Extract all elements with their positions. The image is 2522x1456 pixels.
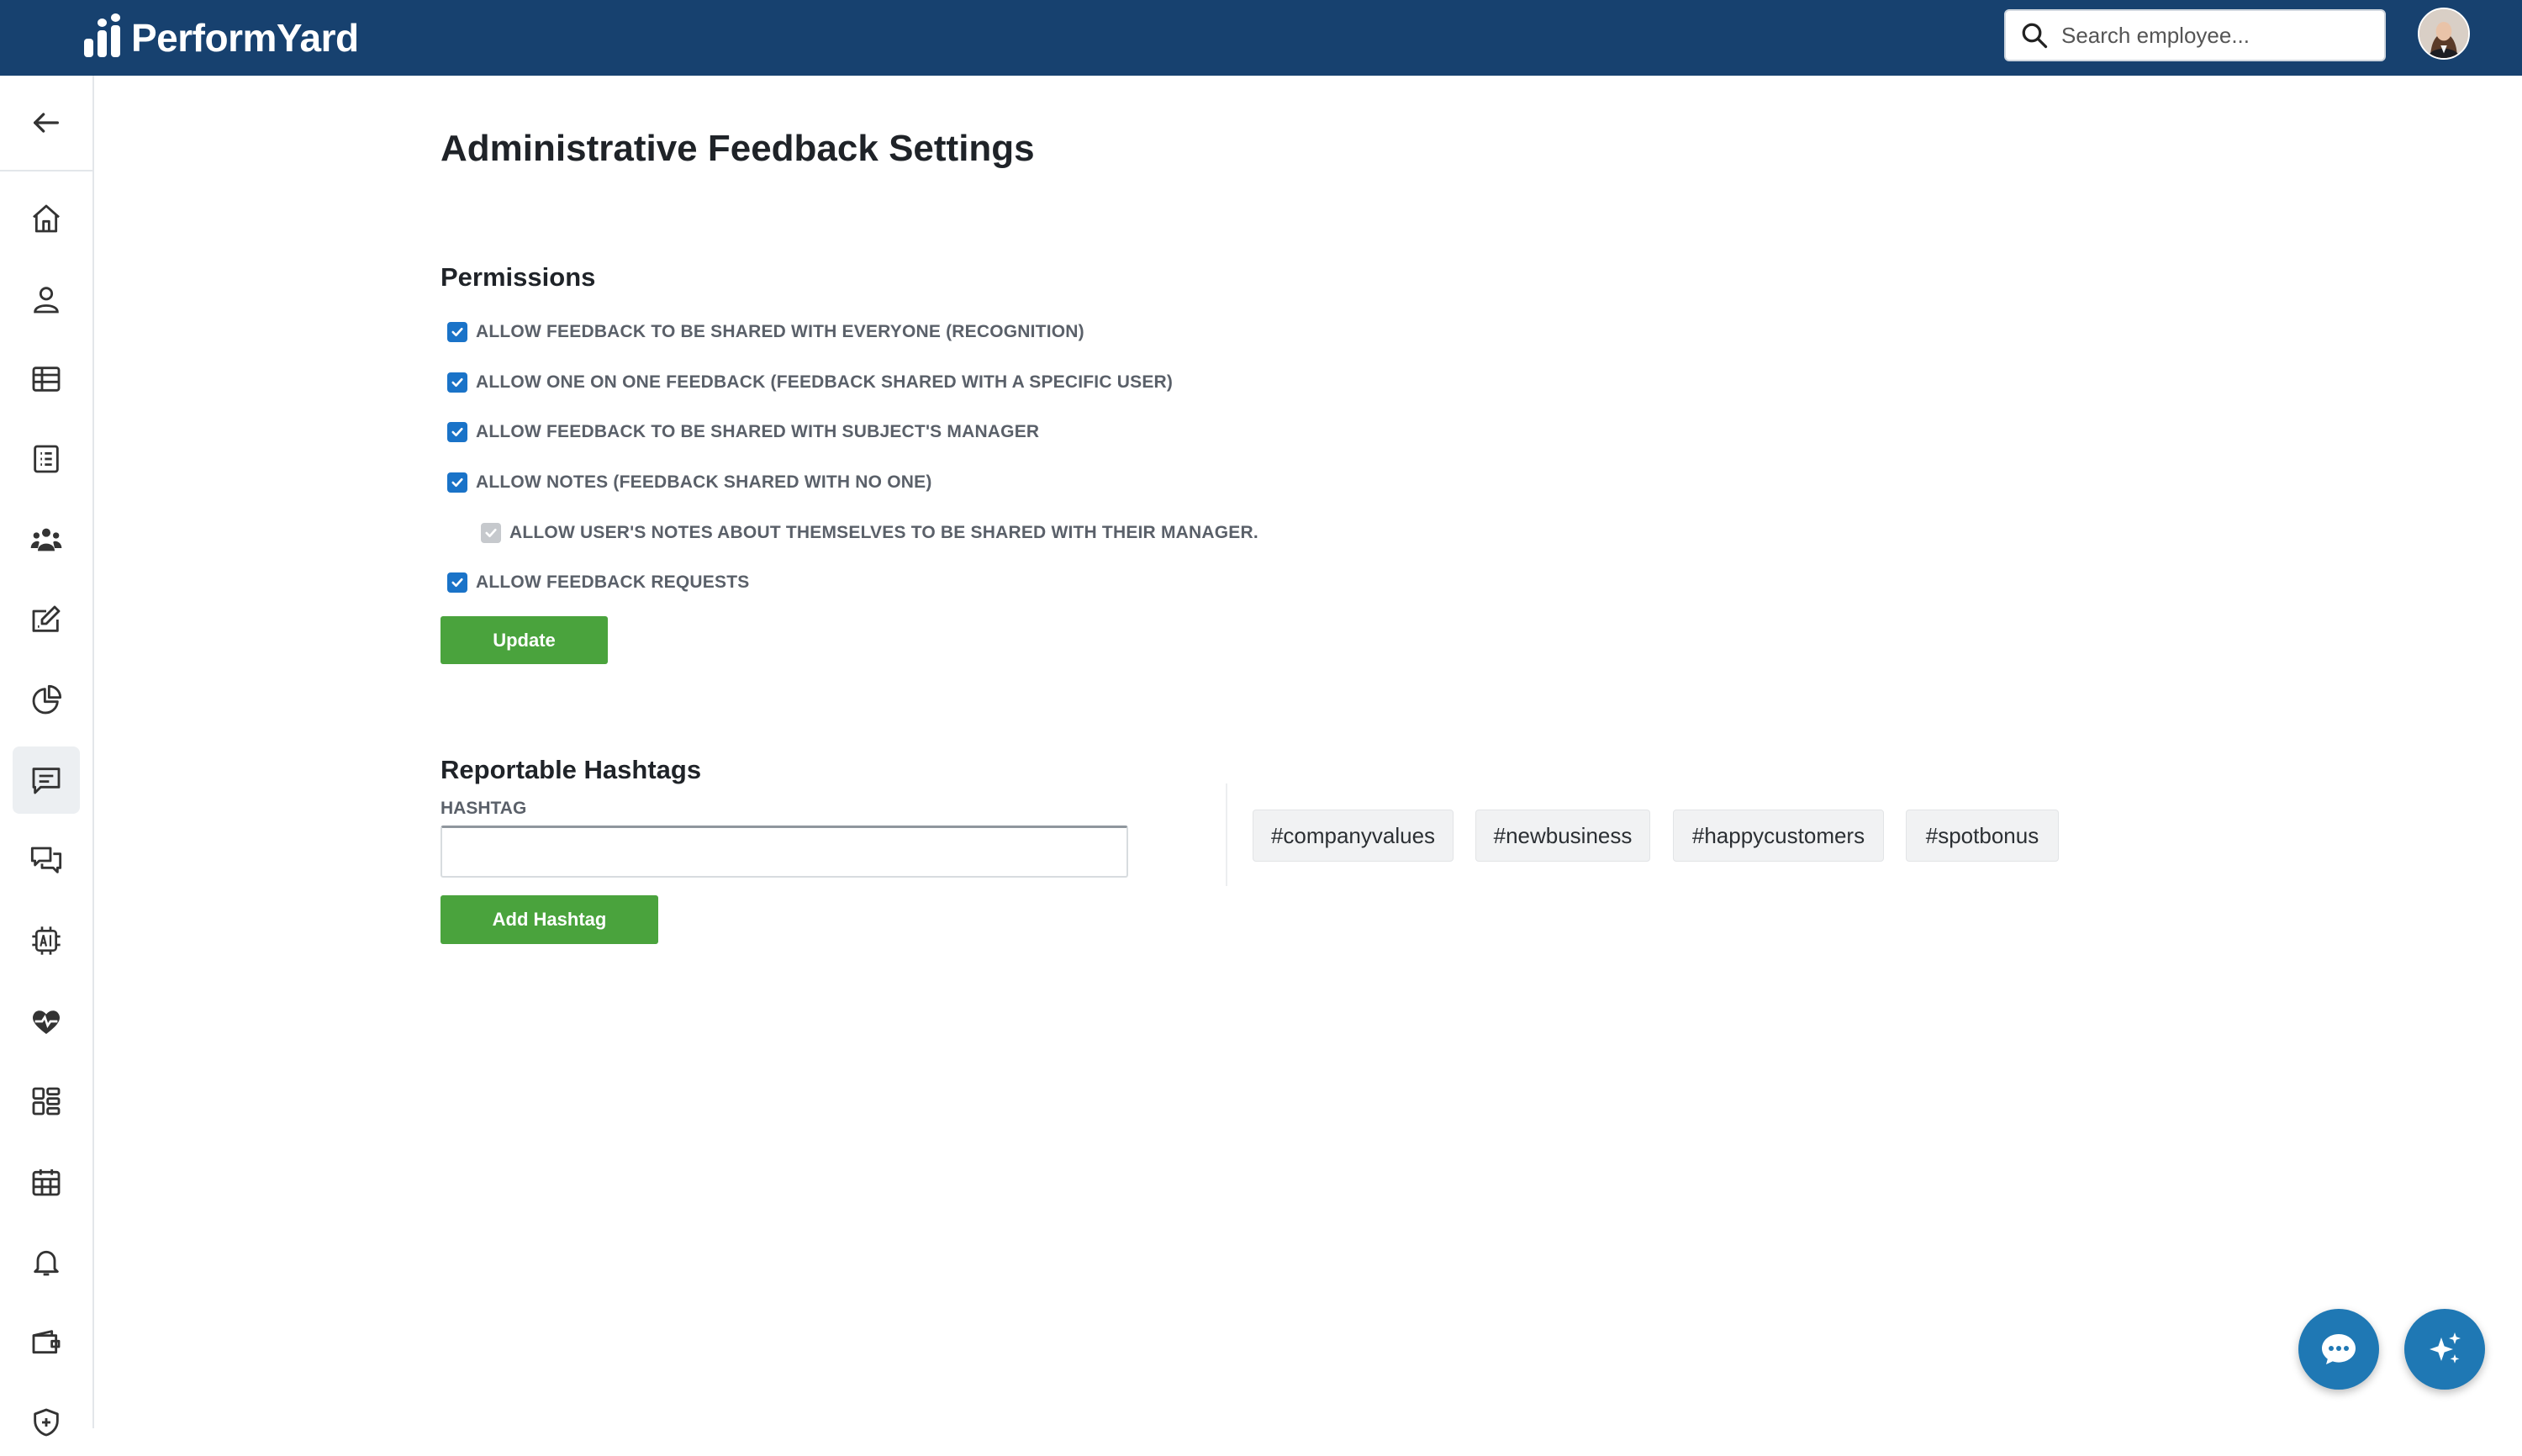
brand-logo[interactable]: PerformYard bbox=[84, 13, 359, 62]
sidebar-item-home[interactable] bbox=[13, 185, 80, 252]
team-icon bbox=[30, 528, 62, 551]
pie-chart-icon bbox=[32, 684, 62, 715]
sidebar-item-chat[interactable] bbox=[13, 827, 80, 894]
chat-support-button[interactable] bbox=[2298, 1309, 2379, 1390]
update-button[interactable]: Update bbox=[441, 616, 608, 664]
checkmark-icon bbox=[451, 578, 463, 588]
shield-icon bbox=[34, 1408, 59, 1437]
table-icon bbox=[32, 367, 61, 392]
permission-one-on-one[interactable]: Allow one on one feedback (feedback shar… bbox=[447, 372, 1173, 393]
bell-icon bbox=[34, 1250, 59, 1276]
ai-chip-icon bbox=[32, 926, 61, 955]
sidebar bbox=[0, 76, 94, 1437]
brand-name: PerformYard bbox=[131, 16, 359, 60]
avatar-image bbox=[2419, 9, 2468, 58]
dashboard-icon bbox=[32, 1087, 61, 1116]
permission-notes[interactable]: Allow notes (feedback shared with no one… bbox=[447, 472, 932, 493]
sidebar-item-team[interactable] bbox=[13, 506, 80, 573]
hashtags-heading: Reportable Hashtags bbox=[441, 755, 702, 784]
sidebar-item-security[interactable] bbox=[13, 1389, 80, 1456]
chat-bubble-icon bbox=[2322, 1334, 2356, 1364]
calendar-icon bbox=[32, 1169, 61, 1196]
permissions-heading: Permissions bbox=[441, 262, 596, 292]
heartbeat-icon bbox=[33, 1010, 60, 1034]
section-divider bbox=[1226, 783, 1227, 886]
checkmark-icon bbox=[451, 377, 463, 388]
person-icon bbox=[34, 287, 59, 314]
sidebar-item-calendar[interactable] bbox=[13, 1148, 80, 1216]
hashtag-chip[interactable]: #newbusiness bbox=[1475, 810, 1650, 862]
checkmark-icon bbox=[451, 427, 463, 437]
user-avatar[interactable] bbox=[2418, 8, 2470, 60]
permission-self-notes-manager: Allow user's notes about themselves to b… bbox=[481, 523, 1258, 543]
checkmark-icon bbox=[451, 327, 463, 337]
logo-mark-icon bbox=[84, 13, 126, 57]
chat-icon bbox=[30, 847, 62, 873]
search-input[interactable] bbox=[2060, 21, 2382, 50]
permission-label: Allow user's notes about themselves to b… bbox=[509, 523, 1258, 542]
sidebar-item-wellness[interactable] bbox=[13, 988, 80, 1055]
checkbox-checked[interactable] bbox=[447, 472, 467, 493]
edit-icon bbox=[32, 605, 61, 632]
checkmark-icon bbox=[485, 528, 497, 538]
add-hashtag-button[interactable]: Add Hashtag bbox=[441, 895, 658, 944]
checkbox-checked[interactable] bbox=[447, 572, 467, 593]
search-icon bbox=[2022, 23, 2048, 49]
permission-label: Allow feedback requests bbox=[476, 572, 750, 592]
hashtag-input[interactable] bbox=[441, 826, 1128, 878]
hashtag-chip[interactable]: #happycustomers bbox=[1673, 810, 1884, 862]
permission-label: Allow one on one feedback (feedback shar… bbox=[476, 372, 1174, 392]
feedback-icon bbox=[32, 768, 61, 794]
sidebar-item-wallet[interactable] bbox=[13, 1309, 80, 1376]
checkbox-checked[interactable] bbox=[447, 322, 467, 342]
sidebar-item-edit[interactable] bbox=[13, 586, 80, 653]
checkbox-checked[interactable] bbox=[447, 422, 467, 442]
sidebar-item-ai[interactable] bbox=[13, 907, 80, 974]
top-bar: PerformYard bbox=[0, 0, 2522, 76]
permission-share-manager[interactable]: Allow feedback to be shared with subject… bbox=[447, 422, 1039, 442]
hashtag-chip[interactable]: #companyvalues bbox=[1253, 810, 1454, 862]
permission-label: Allow feedback to be shared with subject… bbox=[476, 422, 1040, 441]
wallet-icon bbox=[32, 1330, 61, 1354]
ai-assistant-button[interactable] bbox=[2404, 1309, 2485, 1390]
back-button[interactable] bbox=[0, 76, 92, 171]
sidebar-item-notifications[interactable] bbox=[13, 1228, 80, 1295]
permission-feedback-requests[interactable]: Allow feedback requests bbox=[447, 572, 749, 593]
permission-label: Allow notes (feedback shared with no one… bbox=[476, 472, 932, 492]
checklist-icon bbox=[34, 445, 59, 473]
employee-search[interactable] bbox=[2004, 9, 2386, 61]
sidebar-item-reports[interactable] bbox=[13, 667, 80, 734]
sidebar-item-dashboard[interactable] bbox=[13, 1068, 80, 1135]
permission-share-everyone[interactable]: Allow feedback to be shared with everyon… bbox=[447, 322, 1084, 342]
sidebar-item-checklist[interactable] bbox=[13, 425, 80, 493]
sidebar-item-people[interactable] bbox=[13, 266, 80, 333]
checkmark-icon bbox=[451, 477, 463, 488]
checkbox-checked[interactable] bbox=[447, 372, 467, 393]
page-title: Administrative Feedback Settings bbox=[441, 128, 1035, 169]
sparkle-icon bbox=[2430, 1332, 2461, 1364]
checkbox-disabled bbox=[481, 523, 501, 543]
arrow-left-icon bbox=[34, 113, 60, 133]
hashtag-field-label: HASHTAG bbox=[441, 799, 527, 818]
sidebar-item-table[interactable] bbox=[13, 346, 80, 413]
sidebar-item-feedback[interactable] bbox=[13, 746, 80, 814]
hashtag-chip[interactable]: #spotbonus bbox=[1906, 810, 2059, 862]
home-icon bbox=[33, 204, 60, 233]
permission-label: Allow feedback to be shared with everyon… bbox=[476, 322, 1084, 341]
